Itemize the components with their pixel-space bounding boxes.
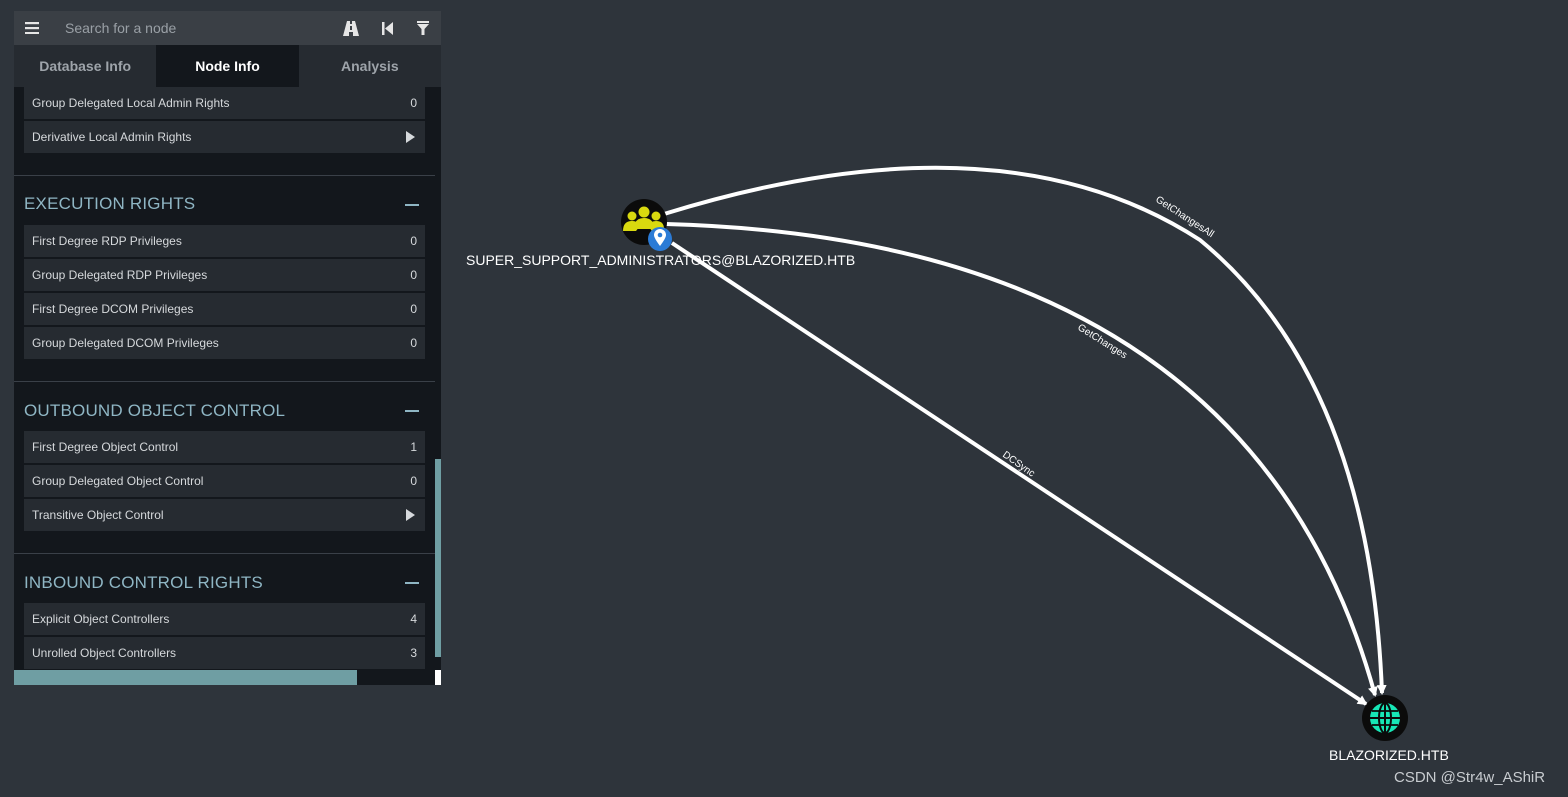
row-label: Derivative Local Admin Rights: [32, 130, 192, 144]
section-title-outbound-object-control[interactable]: OUTBOUND OBJECT CONTROL: [24, 401, 285, 421]
tab-database-info[interactable]: Database Info: [14, 45, 156, 87]
edge-getchangesall[interactable]: [663, 165, 1387, 695]
row-value: 4: [410, 612, 417, 626]
domain-node-label[interactable]: BLAZORIZED.HTB: [1329, 747, 1449, 763]
row-value: 0: [410, 474, 417, 488]
row-label: Group Delegated Object Control: [32, 474, 204, 488]
scrollbar-corner: [435, 670, 441, 685]
edge-dcsync[interactable]: [670, 241, 1368, 706]
collapse-icon[interactable]: [405, 410, 419, 412]
row-value: 1: [410, 440, 417, 454]
section-divider: [14, 175, 435, 176]
search-bar: [14, 11, 441, 45]
row-label: Explicit Object Controllers: [32, 612, 170, 626]
list-item[interactable]: Group Delegated DCOM Privileges 0: [24, 327, 425, 360]
row-label: Group Delegated RDP Privileges: [32, 268, 208, 282]
section-divider: [14, 553, 435, 554]
list-item[interactable]: Group Delegated RDP Privileges 0: [24, 259, 425, 292]
list-item[interactable]: Group Delegated Object Control 0: [24, 465, 425, 498]
list-item[interactable]: Unrolled Object Controllers 3: [24, 637, 425, 670]
row-label: Transitive Object Control: [32, 508, 164, 522]
section-title-execution-rights[interactable]: EXECUTION RIGHTS: [24, 194, 195, 214]
road-icon[interactable]: [333, 11, 369, 45]
globe-icon: [1370, 702, 1400, 734]
panel-tabs: Database Info Node Info Analysis: [14, 45, 441, 87]
group-node[interactable]: [621, 199, 672, 251]
row-label: Unrolled Object Controllers: [32, 646, 177, 660]
row-value: 0: [410, 96, 417, 110]
location-pin-icon: [648, 227, 672, 251]
domain-node[interactable]: [1362, 695, 1408, 741]
node-info-content: Group Delegated Local Admin Rights 0 Der…: [14, 87, 435, 670]
expand-arrow-icon[interactable]: [406, 509, 415, 521]
expand-arrow-icon[interactable]: [406, 131, 415, 143]
list-item[interactable]: Transitive Object Control: [24, 499, 425, 532]
list-item[interactable]: First Degree Object Control 1: [24, 431, 425, 464]
row-value: 3: [410, 646, 417, 660]
row-value: 0: [410, 336, 417, 350]
row-value: 0: [410, 234, 417, 248]
list-item[interactable]: Derivative Local Admin Rights: [24, 121, 425, 154]
search-input[interactable]: [50, 11, 333, 45]
section-title-inbound-control-rights[interactable]: INBOUND CONTROL RIGHTS: [24, 573, 263, 593]
row-label: Group Delegated DCOM Privileges: [32, 336, 219, 350]
group-node-label[interactable]: SUPER_SUPPORT_ADMINISTRATORS@BLAZORIZED.…: [466, 252, 855, 268]
node-info-panel: Database Info Node Info Analysis Group D…: [14, 11, 441, 685]
filter-icon[interactable]: [405, 11, 441, 45]
hamburger-icon[interactable]: [14, 11, 50, 45]
tab-analysis[interactable]: Analysis: [299, 45, 441, 87]
tab-node-info[interactable]: Node Info: [156, 45, 299, 87]
skip-back-icon[interactable]: [369, 11, 405, 45]
row-label: First Degree RDP Privileges: [32, 234, 182, 248]
row-value: 0: [410, 268, 417, 282]
list-item[interactable]: Explicit Object Controllers 4: [24, 603, 425, 636]
collapse-icon[interactable]: [405, 582, 419, 584]
collapse-icon[interactable]: [405, 204, 419, 206]
row-label: First Degree DCOM Privileges: [32, 302, 194, 316]
list-item[interactable]: First Degree RDP Privileges 0: [24, 225, 425, 258]
vertical-scrollbar-thumb[interactable]: [435, 459, 441, 657]
list-item[interactable]: First Degree DCOM Privileges 0: [24, 293, 425, 326]
list-item[interactable]: Group Delegated Local Admin Rights 0: [24, 87, 425, 120]
watermark: CSDN @Str4w_AShiR: [1394, 769, 1546, 786]
row-value: 0: [410, 302, 417, 316]
horizontal-scrollbar-thumb[interactable]: [14, 670, 357, 685]
section-divider: [14, 381, 435, 382]
row-label: First Degree Object Control: [32, 440, 179, 454]
row-label: Group Delegated Local Admin Rights: [32, 96, 230, 110]
